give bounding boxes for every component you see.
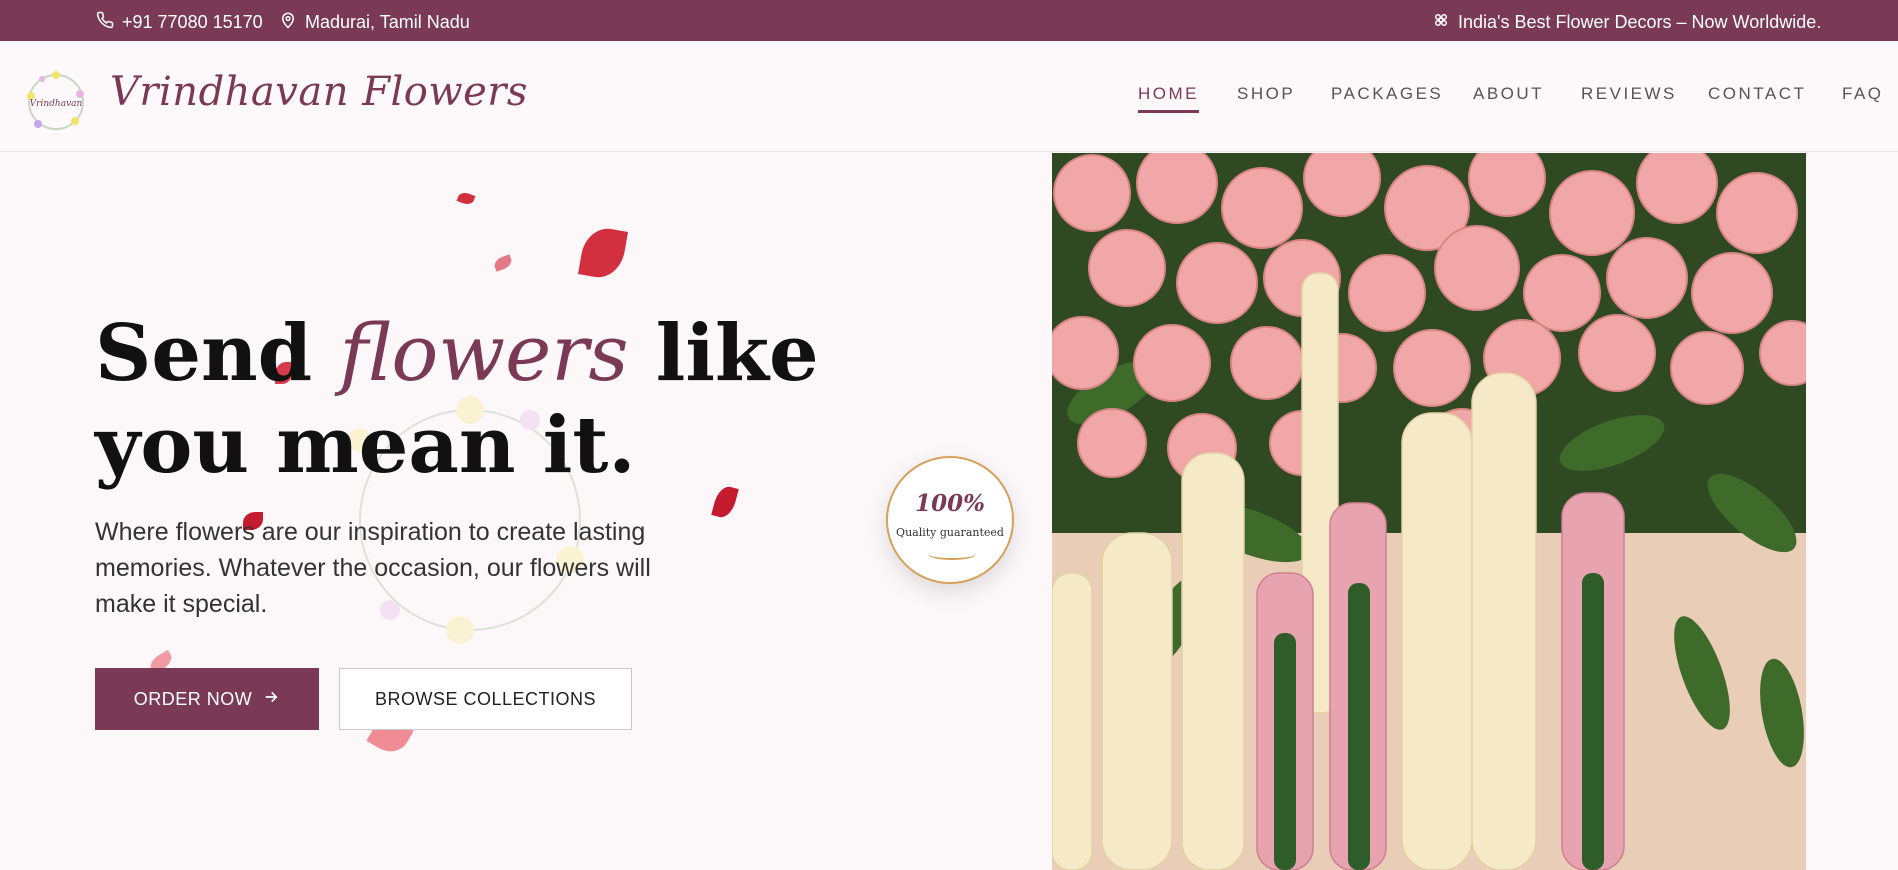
hero-title-start: Send [95, 308, 340, 399]
nav-faq[interactable]: FAQ [1842, 84, 1884, 104]
badge-underline [928, 548, 976, 560]
location-text: Madurai, Tamil Nadu [305, 12, 470, 32]
browse-collections-button[interactable]: BROWSE COLLECTIONS [339, 668, 632, 730]
hero-flower-image [1052, 153, 1806, 870]
hero-subtitle: Where flowers are our inspiration to cre… [95, 518, 651, 618]
flower-icon [1432, 11, 1450, 34]
phone-icon [96, 11, 114, 34]
brand-name[interactable]: Vrindhavan Flowers [110, 69, 528, 115]
nav-contact[interactable]: CONTACT [1708, 84, 1806, 104]
quality-label: Quality guaranteed [896, 526, 1004, 539]
svg-text:Vrindhavan: Vrindhavan [30, 99, 83, 109]
nav-about[interactable]: ABOUT [1473, 84, 1544, 104]
nav-home[interactable]: HOME [1138, 84, 1199, 113]
phone-contact[interactable]: +91 77080 15170 [96, 11, 263, 34]
location-pin-icon [279, 11, 297, 34]
site-header: Vrindhavan Vrindhavan Flowers HOME SHOP … [0, 41, 1898, 152]
hero-title-accent: flowers [339, 309, 629, 399]
quality-badge: 100% Quality guaranteed [886, 456, 1014, 584]
top-info-bar: +91 77080 15170 Madurai, Tamil Nadu Indi… [0, 0, 1898, 41]
phone-number: +91 77080 15170 [122, 12, 263, 32]
brand-logo[interactable]: Vrindhavan [20, 66, 92, 138]
order-now-label: ORDER NOW [133, 688, 253, 709]
quality-percent: 100% [915, 490, 985, 517]
nav-shop[interactable]: SHOP [1237, 84, 1295, 104]
arrow-right-icon [262, 688, 280, 711]
order-now-button[interactable]: ORDER NOW [95, 668, 319, 730]
rose-petal [577, 224, 629, 282]
location-info: Madurai, Tamil Nadu [279, 11, 470, 34]
hero-title: Send flowers like you mean it. [95, 308, 875, 492]
tagline-info: India's Best Flower Decors – Now Worldwi… [1432, 11, 1821, 34]
nav-packages[interactable]: PACKAGES [1331, 84, 1443, 104]
nav-reviews[interactable]: REVIEWS [1581, 84, 1677, 104]
rose-petal [492, 254, 514, 272]
rose-petal [456, 190, 476, 207]
tagline-text: India's Best Flower Decors – Now Worldwi… [1458, 12, 1822, 32]
